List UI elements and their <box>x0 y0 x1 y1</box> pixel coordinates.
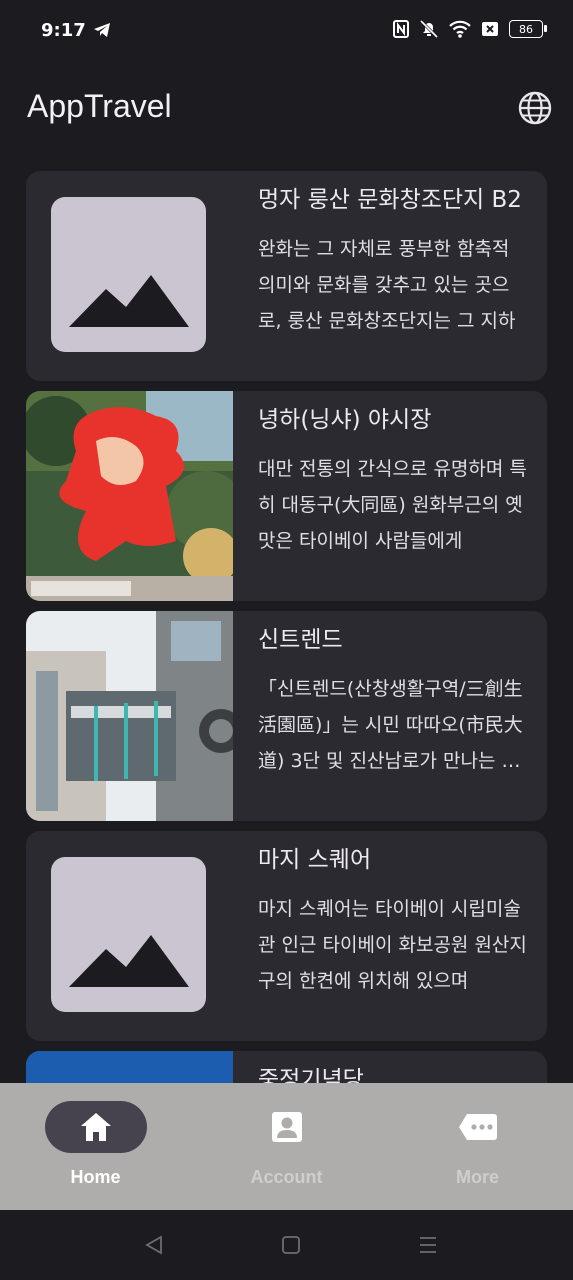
place-title: 멍자 룽산 문화창조단지 B2 <box>258 187 522 213</box>
place-description: 「신트렌드(산창생활구역/三創生活園區)」는 시민 따따오(市民大道) 3단 및… <box>258 678 523 772</box>
nav-account[interactable]: Account <box>191 1083 382 1210</box>
place-description: 마지 스퀘어는 타이베이 시립미술관 인근 타이베이 화보공원 원산지구의 한켠… <box>258 898 527 992</box>
app-bar: AppTravel <box>0 66 573 156</box>
place-title: 마지 스퀘어 <box>258 847 372 873</box>
place-card[interactable]: 녕하(닝샤) 야시장 대만 전통의 간식으로 유명하며 특히 대동구(大同區) … <box>26 391 547 601</box>
place-card[interactable]: 마지 스퀘어 마지 스퀘어는 타이베이 시립미술관 인근 타이베이 화보공원 원… <box>26 831 547 1041</box>
place-card[interactable]: 신트렌드 「신트렌드(산창생활구역/三創生活園區)」는 시민 따따오(市民大道)… <box>26 611 547 821</box>
nav-home[interactable]: Home <box>0 1083 191 1210</box>
more-icon <box>458 1114 497 1140</box>
place-description: 대만 전통의 간식으로 유명하며 특히 대동구(大同區) 원화부근의 옛맛은 타… <box>258 458 527 552</box>
image-placeholder-icon <box>51 857 206 1012</box>
place-thumbnail <box>26 831 233 1041</box>
back-icon[interactable] <box>144 1235 164 1255</box>
globe-icon[interactable] <box>518 91 552 125</box>
nav-label-more: More <box>455 1167 499 1187</box>
bottom-navigation: Home Account More <box>0 1083 573 1210</box>
status-time: 9:17 <box>41 20 86 41</box>
place-photo <box>26 391 233 601</box>
system-navigation-bar <box>0 1210 573 1280</box>
place-photo <box>26 611 233 821</box>
home-icon <box>80 1113 111 1141</box>
nav-label-home: Home <box>70 1167 121 1187</box>
wifi-icon <box>449 20 471 38</box>
mute-icon <box>419 20 439 38</box>
battery-icon: 86 <box>509 20 547 38</box>
status-bar: 9:17 86 <box>0 0 573 66</box>
recents-icon[interactable] <box>418 1235 438 1255</box>
place-title: 신트렌드 <box>258 627 343 653</box>
place-description: 완화는 그 자체로 풍부한 함축적 의미와 문화를 갖추고 있는 곳으로, 룽산… <box>258 238 516 332</box>
home-button-icon[interactable] <box>281 1235 301 1255</box>
app-title: AppTravel <box>27 88 172 124</box>
sim-off-icon <box>482 22 498 36</box>
telegram-icon <box>94 23 110 37</box>
nav-label-account: Account <box>250 1167 323 1187</box>
nav-more[interactable]: More <box>382 1083 573 1210</box>
place-title: 녕하(닝샤) 야시장 <box>258 407 432 433</box>
place-card[interactable]: 멍자 룽산 문화창조단지 B2 완화는 그 자체로 풍부한 함축적 의미와 문화… <box>26 171 547 381</box>
image-placeholder-icon <box>51 197 206 352</box>
place-thumbnail <box>26 171 233 381</box>
account-icon <box>271 1112 302 1142</box>
nfc-icon <box>393 20 409 38</box>
status-icons: 86 <box>393 20 547 38</box>
